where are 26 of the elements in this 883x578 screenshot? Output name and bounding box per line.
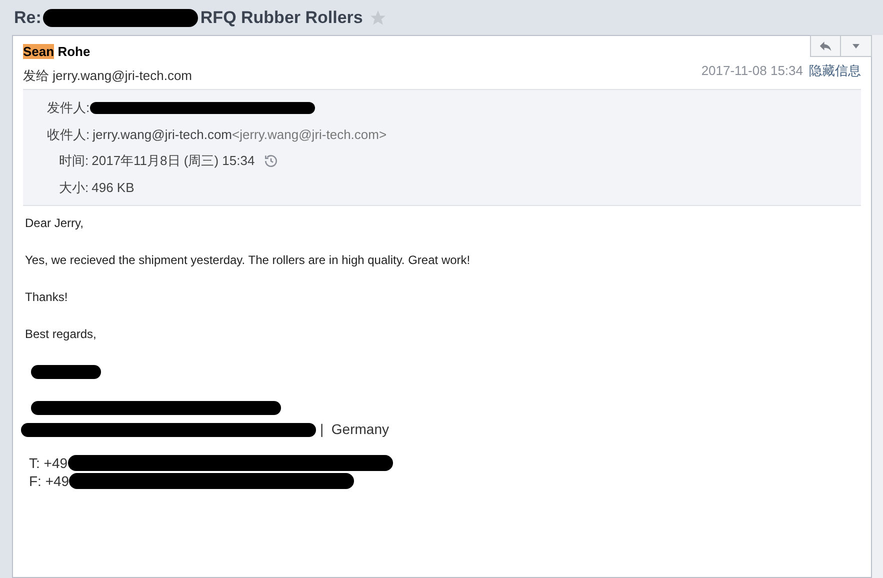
message-date: 2017-11-08 15:34 — [701, 62, 803, 80]
hide-details-link[interactable]: 隐藏信息 — [809, 61, 861, 80]
subject-title: Re: — [14, 6, 42, 29]
detail-label: 收件人: — [47, 126, 90, 144]
scrollbar-track[interactable] — [872, 35, 883, 578]
history-icon[interactable] — [262, 152, 279, 169]
body-paragraph: Dear Jerry, — [25, 215, 84, 232]
detail-address: <jerry.wang@jri-tech.com> — [232, 126, 387, 144]
detail-value: jerry.wang@jri-tech.com — [92, 126, 232, 144]
body-paragraph: Thanks! — [25, 289, 69, 306]
detail-label: 时间: — [59, 152, 89, 170]
signature-line: T: +49 — [29, 454, 68, 472]
reply-button[interactable] — [810, 35, 872, 57]
redaction-mark — [31, 365, 101, 379]
body-paragraph: Best regards, — [25, 326, 98, 343]
sender-name: Sean Rohe — [23, 43, 92, 61]
detail-label: 发件人: — [47, 99, 90, 117]
subject-title: RFQ Rubber Rollers — [200, 6, 363, 29]
detail-label: 大小: — [59, 178, 89, 196]
recipient-line: 发给 jerry.wang@jri-tech.com — [23, 66, 192, 85]
signature-line: | Germany — [320, 420, 389, 439]
body-paragraph: Yes, we recieved the shipment yesterday. The rollers are in high quality. Great work! — [25, 252, 472, 269]
star-icon[interactable] — [368, 8, 387, 26]
signature-line: F: +49 — [29, 472, 70, 490]
detail-value: 496 KB — [92, 178, 134, 196]
detail-value: 2017年11月8日 (周三) 15:34 — [92, 152, 255, 170]
